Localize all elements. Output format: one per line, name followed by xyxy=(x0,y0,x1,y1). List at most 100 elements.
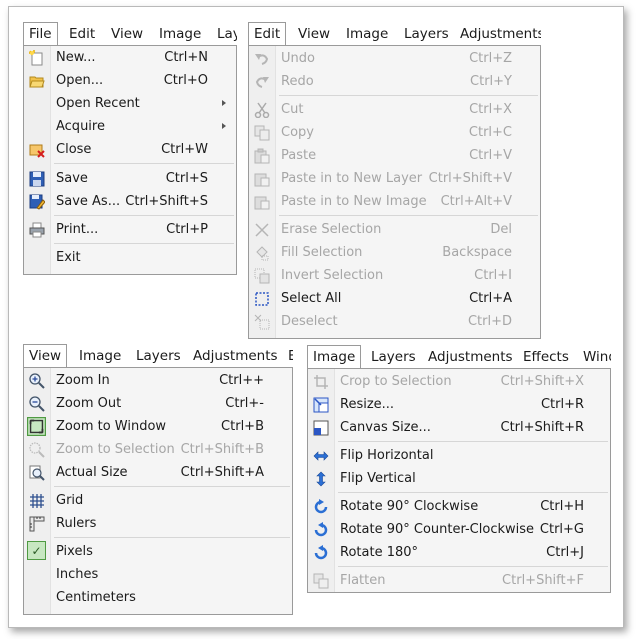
menu-item-undo[interactable]: Undo Ctrl+Z xyxy=(249,47,540,70)
label: Open... xyxy=(56,73,104,88)
shortcut: Ctrl+N xyxy=(164,50,208,65)
menu-item-open-recent[interactable]: Open Recent xyxy=(24,92,236,115)
menu-bar: File Edit View Image Lay xyxy=(23,22,237,46)
menu-item-zoom-to-selection[interactable]: Zoom to Selection Ctrl+Shift+B xyxy=(24,438,292,461)
menu-view[interactable]: View xyxy=(298,25,330,43)
submenu-arrow-icon xyxy=(222,123,226,129)
shortcut: Ctrl+Shift+B xyxy=(180,442,264,457)
label: Deselect xyxy=(281,314,338,329)
menu-item-zoom-out[interactable]: Zoom Out Ctrl+- xyxy=(24,392,292,415)
menu-layers[interactable]: Lay xyxy=(217,25,237,43)
menu-item-exit[interactable]: Exit xyxy=(24,246,236,269)
menu-view[interactable]: View xyxy=(23,344,68,367)
resize-icon xyxy=(313,397,329,413)
menu-edit[interactable]: Edit xyxy=(248,22,287,45)
menu-effects[interactable]: E xyxy=(288,347,293,365)
copy-icon xyxy=(254,125,270,141)
menu-item-deselect[interactable]: Deselect Ctrl+D xyxy=(249,310,540,333)
menu-item-paste[interactable]: Paste Ctrl+V xyxy=(249,144,540,167)
menu-item-paste-new-image[interactable]: Paste in to New Image Ctrl+Alt+V xyxy=(249,190,540,213)
menu-item-flip-horizontal[interactable]: Flip Horizontal xyxy=(308,444,610,467)
deselect-icon xyxy=(254,314,270,330)
label: Paste in to New Image xyxy=(281,194,427,209)
menu-item-grid[interactable]: Grid xyxy=(24,489,292,512)
menu-item-rotate-180[interactable]: Rotate 180° Ctrl+J xyxy=(308,541,610,564)
menu-adjustments[interactable]: Adjustments xyxy=(193,347,278,365)
menu-image[interactable]: Image xyxy=(159,25,201,43)
label: Flip Horizontal xyxy=(340,448,434,463)
menu-item-rulers[interactable]: Rulers xyxy=(24,512,292,535)
label: Flatten xyxy=(340,573,386,588)
menu-item-new[interactable]: New... Ctrl+N xyxy=(24,46,236,69)
file-dropdown: New... Ctrl+N Open... Ctrl+O Open Recent… xyxy=(23,45,237,275)
menu-item-fill-selection[interactable]: Fill Selection Backspace xyxy=(249,241,540,264)
menu-item-print[interactable]: Print... Ctrl+P xyxy=(24,218,236,241)
menu-window[interactable]: Wind xyxy=(583,348,611,366)
label: Undo xyxy=(281,51,315,66)
menu-view[interactable]: View xyxy=(111,25,143,43)
menu-item-copy[interactable]: Copy Ctrl+C xyxy=(249,121,540,144)
shortcut: Ctrl+Shift+X xyxy=(500,374,584,389)
paste-layer-icon xyxy=(254,173,270,187)
menu-layers[interactable]: Layers xyxy=(371,348,416,366)
invert-selection-icon xyxy=(254,268,270,284)
select-all-icon xyxy=(255,292,269,306)
menu-item-centimeters[interactable]: Centimeters xyxy=(24,586,292,609)
menu-item-save[interactable]: Save Ctrl+S xyxy=(24,167,236,190)
shortcut: Ctrl+A xyxy=(469,291,512,306)
menu-item-rotate-90-cw[interactable]: Rotate 90° Clockwise Ctrl+H xyxy=(308,495,610,518)
menu-item-flip-vertical[interactable]: Flip Vertical xyxy=(308,467,610,490)
shortcut: Ctrl+B xyxy=(221,419,264,434)
crop-icon xyxy=(314,375,328,389)
flatten-icon xyxy=(313,573,329,589)
label: Rulers xyxy=(56,516,97,531)
edit-menu-panel: Edit View Image Layers Adjustments Undo … xyxy=(248,22,541,339)
shortcut: Ctrl+C xyxy=(468,125,512,140)
screenshot-frame: File Edit View Image Lay New... Ctrl+N O… xyxy=(8,6,624,628)
view-dropdown: Zoom In Ctrl++ Zoom Out Ctrl+- Zoom to W… xyxy=(23,367,293,615)
menu-item-pixels[interactable]: ✓ Pixels xyxy=(24,540,292,563)
shortcut: Ctrl+D xyxy=(467,314,512,329)
menu-item-close[interactable]: Close Ctrl+W xyxy=(24,138,236,161)
label: Save As... xyxy=(56,194,121,209)
shortcut: Ctrl+G xyxy=(539,522,584,537)
menu-item-save-as[interactable]: Save As... Ctrl+Shift+S xyxy=(24,190,236,213)
zoom-out-icon xyxy=(29,396,45,412)
menu-item-acquire[interactable]: Acquire xyxy=(24,115,236,138)
menu-item-canvas-size[interactable]: Canvas Size... Ctrl+Shift+R xyxy=(308,416,610,439)
menu-file[interactable]: File xyxy=(23,22,58,45)
label: Flip Vertical xyxy=(340,471,416,486)
menu-bar: View Image Layers Adjustments E xyxy=(23,344,293,368)
menu-item-erase-selection[interactable]: Erase Selection Del xyxy=(249,218,540,241)
menu-item-crop-to-selection[interactable]: Crop to Selection Ctrl+Shift+X xyxy=(308,370,610,393)
zoom-window-icon xyxy=(27,417,46,436)
menu-edit[interactable]: Edit xyxy=(69,25,95,43)
menu-item-invert-selection[interactable]: Invert Selection Ctrl+I xyxy=(249,264,540,287)
menu-item-zoom-in[interactable]: Zoom In Ctrl++ xyxy=(24,369,292,392)
menu-item-resize[interactable]: Resize... Ctrl+R xyxy=(308,393,610,416)
menu-item-zoom-to-window[interactable]: Zoom to Window Ctrl+B xyxy=(24,415,292,438)
menu-layers[interactable]: Layers xyxy=(136,347,181,365)
menu-item-select-all[interactable]: Select All Ctrl+A xyxy=(249,287,540,310)
menu-item-flatten[interactable]: Flatten Ctrl+Shift+F xyxy=(308,569,610,592)
shortcut: Ctrl+Shift+S xyxy=(125,194,208,209)
menu-item-redo[interactable]: Redo Ctrl+Y xyxy=(249,70,540,93)
menu-image[interactable]: Image xyxy=(346,25,388,43)
menu-image[interactable]: Image xyxy=(79,347,121,365)
menu-adjustments[interactable]: Adjustments xyxy=(428,348,513,366)
menu-item-rotate-90-ccw[interactable]: Rotate 90° Counter-Clockwise Ctrl+G xyxy=(308,518,610,541)
menu-item-inches[interactable]: Inches xyxy=(24,563,292,586)
printer-icon xyxy=(29,222,45,238)
rotate-180-icon xyxy=(314,545,328,560)
menu-effects[interactable]: Effects xyxy=(523,348,569,366)
menu-item-actual-size[interactable]: Actual Size Ctrl+Shift+A xyxy=(24,461,292,484)
fill-bucket-icon xyxy=(256,246,269,261)
shortcut: Ctrl+Alt+V xyxy=(440,194,512,209)
menu-layers[interactable]: Layers xyxy=(404,25,449,43)
menu-image[interactable]: Image xyxy=(307,345,362,368)
menu-item-cut[interactable]: Cut Ctrl+X xyxy=(249,98,540,121)
menu-item-open[interactable]: Open... Ctrl+O xyxy=(24,69,236,92)
menu-adjustments[interactable]: Adjustments xyxy=(460,25,541,43)
menu-item-paste-new-layer[interactable]: Paste in to New Layer Ctrl+Shift+V xyxy=(249,167,540,190)
shortcut: Del xyxy=(490,222,512,237)
